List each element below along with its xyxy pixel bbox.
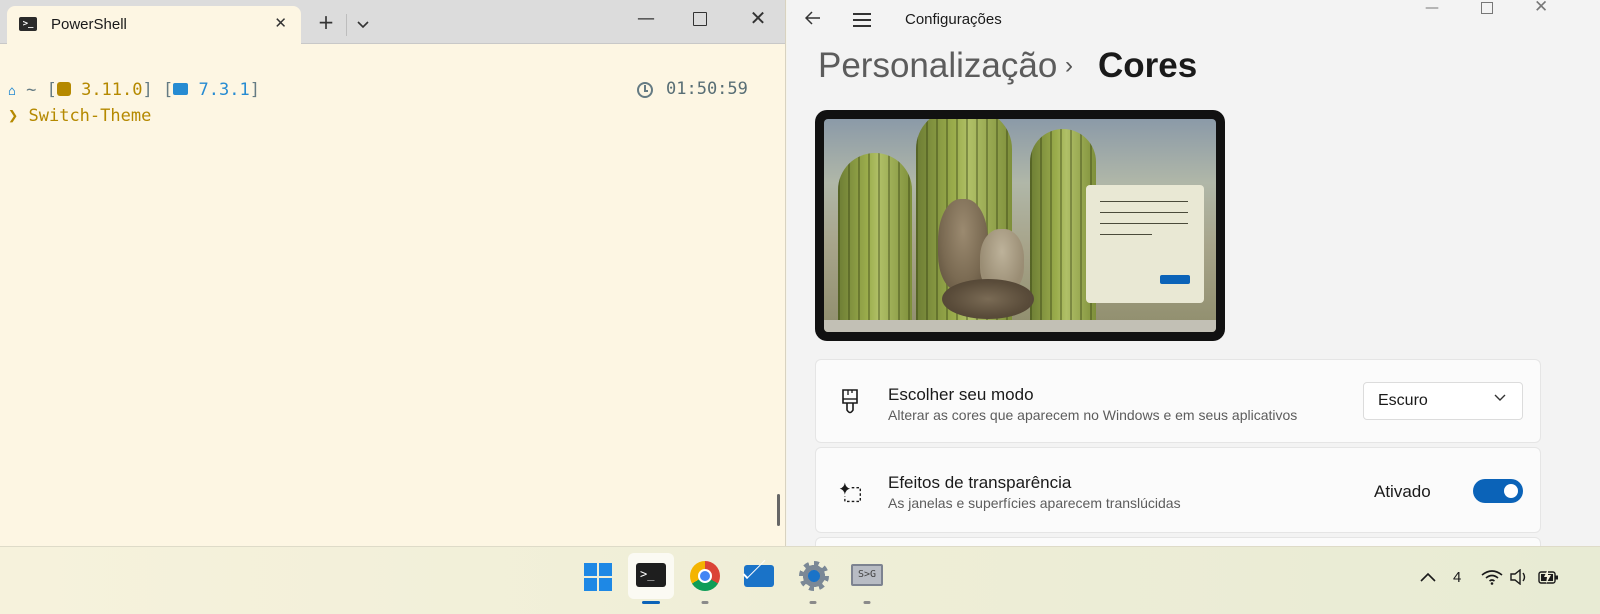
back-button[interactable] <box>804 9 821 30</box>
snipping-tool-icon: S>G <box>851 564 883 586</box>
wallpaper-preview-image <box>824 119 1216 332</box>
terminal-icon: >_ <box>636 563 666 587</box>
settings-window: Configurações — ✕ Personalização › Cores <box>787 0 1600 546</box>
minimize-button[interactable]: — <box>636 8 656 29</box>
taskbar-snipping-tool[interactable]: S>G <box>844 553 890 604</box>
mode-description: Alterar as cores que aparecem no Windows… <box>888 407 1298 423</box>
chevron-down-icon <box>357 21 369 29</box>
terminal-scrollbar[interactable] <box>777 494 780 526</box>
mode-title: Escolher seu modo <box>888 385 1034 404</box>
tab-label: PowerShell <box>51 16 127 33</box>
start-button[interactable] <box>574 553 620 599</box>
tab-divider <box>346 14 347 36</box>
running-indicator <box>863 601 871 604</box>
powershell-prompt-icon <box>173 83 189 95</box>
transparency-effects-icon <box>839 482 861 503</box>
page-title: Cores <box>1098 46 1198 85</box>
terminal-output[interactable]: ⌂ ~ [ 3.11.0] [ 7.3.1] ❯ Switch-Theme <box>8 78 260 128</box>
toggle-knob <box>1504 484 1518 498</box>
volume-icon[interactable] <box>1509 547 1529 607</box>
transparency-description: As janelas e superfícies aparecem transl… <box>888 495 1181 511</box>
running-indicator <box>701 601 709 604</box>
arrow-left-icon <box>804 11 820 25</box>
prompt-path: ~ <box>26 80 37 100</box>
terminal-window: >_ PowerShell ✕ + — ✕ ⌂ ~ [ 3.11.0] [ 7.… <box>0 0 786 546</box>
clock-icon <box>637 82 653 98</box>
mode-setting-card: Escolher seu modo Alterar as cores que a… <box>815 359 1541 443</box>
powershell-icon: >_ <box>19 17 37 31</box>
settings-maximize-button[interactable] <box>1481 2 1493 14</box>
preview-dialog <box>1086 185 1204 303</box>
wifi-icon[interactable] <box>1481 547 1503 607</box>
breadcrumb-separator: › <box>1065 52 1073 79</box>
taskbar-chrome[interactable] <box>682 553 728 604</box>
taskbar-terminal[interactable]: >_ <box>628 553 674 604</box>
mode-select-value: Escuro <box>1378 392 1428 409</box>
next-setting-card <box>815 537 1541 546</box>
tray-count[interactable]: 4 <box>1453 547 1461 607</box>
python-icon <box>56 82 71 96</box>
settings-minimize-button[interactable]: — <box>1425 0 1439 16</box>
chevron-up-icon <box>1420 572 1436 582</box>
mail-icon <box>744 565 774 587</box>
tab-dropdown-button[interactable] <box>353 14 373 33</box>
python-version: 3.11.0 <box>81 80 143 100</box>
settings-close-button[interactable]: ✕ <box>1534 0 1548 17</box>
mode-select[interactable]: Escuro <box>1363 382 1523 420</box>
theme-preview <box>815 110 1225 341</box>
prompt-time: 01:50:59 <box>666 79 748 99</box>
maximize-button[interactable] <box>693 12 707 26</box>
transparency-setting-card: Efeitos de transparência As janelas e su… <box>815 447 1541 533</box>
preview-dialog-button <box>1160 275 1190 284</box>
preview-taskbar <box>824 320 1216 332</box>
transparency-toggle[interactable] <box>1473 479 1523 503</box>
command-text: Switch-Theme <box>28 106 152 126</box>
prompt-char: ❯ <box>8 106 19 126</box>
nest <box>942 279 1034 319</box>
hamburger-menu-icon[interactable] <box>853 13 871 27</box>
terminal-titlebar: >_ PowerShell ✕ + — ✕ <box>0 0 785 44</box>
close-button[interactable]: ✕ <box>748 6 768 30</box>
tab-powershell[interactable]: >_ PowerShell ✕ <box>7 6 301 44</box>
tab-close-button[interactable]: ✕ <box>274 14 287 32</box>
breadcrumb-personalization[interactable]: Personalização <box>818 46 1057 86</box>
paintbrush-icon <box>842 389 858 414</box>
new-tab-button[interactable]: + <box>316 11 336 33</box>
active-indicator <box>642 601 660 604</box>
taskbar-mail[interactable] <box>736 553 782 599</box>
transparency-state-label: Ativado <box>1374 482 1431 501</box>
pwsh-version: 7.3.1 <box>198 80 250 100</box>
show-hidden-icons-button[interactable] <box>1420 547 1436 607</box>
windows-logo-icon <box>584 563 612 591</box>
taskbar: >_ S>G 4 <box>0 546 1600 614</box>
home-icon: ⌂ <box>8 84 16 99</box>
running-indicator <box>809 601 817 604</box>
taskbar-settings[interactable] <box>790 553 836 604</box>
battery-charging-icon[interactable] <box>1538 547 1560 607</box>
settings-gear-icon <box>799 561 829 591</box>
chrome-icon <box>690 561 720 591</box>
chevron-down-icon <box>1494 394 1506 401</box>
transparency-title: Efeitos de transparência <box>888 473 1072 492</box>
settings-title: Configurações <box>905 11 1002 28</box>
